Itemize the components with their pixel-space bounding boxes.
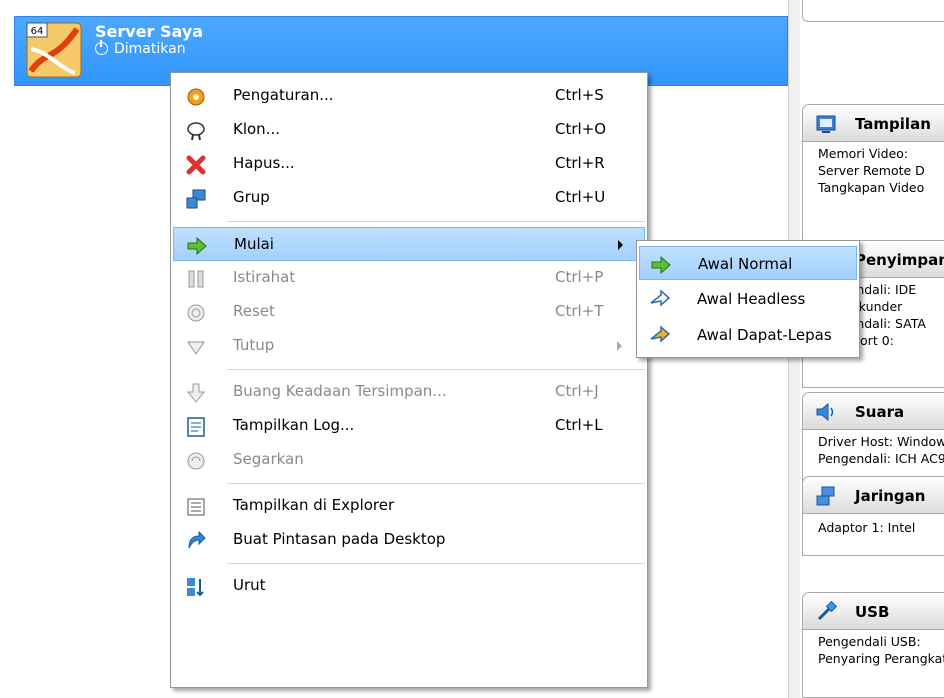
speaker-icon [816,402,834,422]
refresh-icon [187,452,205,470]
detachable-start-icon [650,325,671,343]
detail-line: Memori Video: [818,146,909,161]
usb-icon [817,601,837,621]
menu-item-label: Tampilkan di Explorer [233,496,395,514]
menu-item-remove[interactable]: Hapus... Ctrl+R [173,147,645,181]
menu-item-label: Tutup [233,336,275,354]
submenu-item-label: Awal Normal [698,255,793,273]
power-icon [95,40,108,55]
pause-icon [188,270,204,288]
group-icon [186,189,206,209]
menu-separator [227,563,645,564]
menu-item-refresh[interactable]: Segarkan [173,443,645,477]
audio-section-title: Suara [855,403,905,421]
headless-start-icon [650,289,671,307]
menu-item-label: Buang Keadaan Tersimpan... [233,382,447,400]
menu-item-shortcut: Ctrl+R [555,154,605,172]
menu-item-show-log[interactable]: Tampilkan Log... Ctrl+L [173,409,645,443]
vm-state-label: Dimatikan [114,41,186,57]
audio-section-body: Driver Host: Windows Pengendali: ICH AC9… [802,430,944,482]
usb-section-body: Pengendali USB: Penyaring Perangkat [802,630,944,698]
start-arrow-icon [651,255,671,275]
menu-item-pause[interactable]: Istirahat Ctrl+P [173,261,645,295]
submenu-item-detachable-start[interactable]: Awal Dapat-Lepas [639,318,857,352]
detail-line: Driver Host: Windows [818,434,944,449]
network-icon [816,486,835,506]
menu-item-shortcut: Ctrl+J [555,382,599,400]
menu-item-reset[interactable]: Reset Ctrl+T [173,295,645,329]
menu-item-label: Grup [233,188,270,206]
menu-item-close[interactable]: Tutup [173,329,645,363]
detail-line: Pengendali USB: [818,634,921,649]
shortcut-arrow-icon [188,530,206,549]
remove-icon [186,155,206,175]
display-section-title: Tampilan [855,115,931,133]
usb-section-title: USB [855,603,890,621]
submenu-item-label: Awal Headless [697,290,806,308]
detail-line: Adaptor 1: Intel [818,520,916,535]
detail-line: Pengendali: ICH AC97 [818,451,944,466]
display-section-header[interactable]: Tampilan [802,104,944,142]
reset-icon [187,304,205,322]
detail-line: Tangkapan Video [818,180,925,195]
menu-item-label: Urut [233,576,266,594]
menu-item-shortcut: Ctrl+P [555,268,604,286]
svg-text:64: 64 [31,26,44,37]
audio-section-header[interactable]: Suara [802,392,944,430]
close-down-icon [187,341,205,355]
gear-icon [187,88,205,106]
log-icon [187,417,205,437]
submenu-arrow-icon [618,240,623,250]
network-section-title: Jaringan [855,487,926,505]
menu-item-shortcut: Ctrl+U [555,188,606,206]
vm-name: Server Saya [95,22,204,41]
details-top-box [802,0,944,22]
sort-icon [187,578,204,597]
submenu-item-headless-start[interactable]: Awal Headless [639,282,857,316]
menu-item-clone[interactable]: Klon... Ctrl+O [173,113,645,147]
menu-item-start[interactable]: Mulai [173,227,645,261]
menu-item-label: Istirahat [233,268,296,286]
menu-item-label: Reset [233,302,275,320]
menu-item-show-in-explorer[interactable]: Tampilkan di Explorer [173,489,645,523]
menu-item-create-shortcut[interactable]: Buat Pintasan pada Desktop [173,523,645,557]
menu-item-label: Tampilkan Log... [233,416,355,434]
menu-item-shortcut: Ctrl+O [555,120,607,138]
menu-item-shortcut: Ctrl+T [555,302,604,320]
submenu-arrow-icon [617,341,622,351]
network-section-header[interactable]: Jaringan [802,476,944,514]
menu-item-label: Klon... [233,120,280,138]
menu-item-sort[interactable]: Urut [173,569,645,603]
menu-item-label: Pengaturan... [233,86,334,104]
start-arrow-icon [187,236,207,256]
usb-section-header[interactable]: USB [802,592,944,630]
vm-state: Dimatikan [95,40,186,57]
discard-down-arrow-icon [186,383,206,403]
menu-item-label: Hapus... [233,154,295,172]
menu-item-label: Buat Pintasan pada Desktop [233,530,446,548]
menu-item-label: Mulai [234,235,274,253]
menu-separator [227,483,645,484]
explorer-list-icon [187,498,205,516]
menu-item-settings[interactable]: Pengaturan... Ctrl+S [173,79,645,113]
menu-item-discard-saved-state[interactable]: Buang Keadaan Tersimpan... Ctrl+J [173,375,645,409]
detail-line: Penyaring Perangkat [818,651,944,666]
network-section-body: Adaptor 1: Intel [802,514,944,556]
menu-item-shortcut: Ctrl+S [555,86,604,104]
submenu-item-label: Awal Dapat-Lepas [697,326,832,344]
menu-item-group[interactable]: Grup Ctrl+U [173,181,645,215]
menu-separator [227,369,645,370]
menu-item-label: Segarkan [233,450,304,468]
submenu-item-normal-start[interactable]: Awal Normal [639,246,857,280]
display-icon [816,115,836,133]
display-section-body: Memori Video: Server Remote D Tangkapan … [802,142,944,244]
menu-separator [227,221,645,222]
clone-sheep-icon [187,122,205,141]
start-submenu: Awal Normal Awal Headless Awal Dapat-Lep… [636,240,860,358]
vm-os-icon: 64 [26,22,82,78]
storage-section-title: Penyimpanan [855,251,944,269]
detail-line: Server Remote D [818,163,925,178]
menu-item-shortcut: Ctrl+L [555,416,603,434]
vm-context-menu: Pengaturan... Ctrl+S Klon... Ctrl+O Hapu… [170,72,648,688]
